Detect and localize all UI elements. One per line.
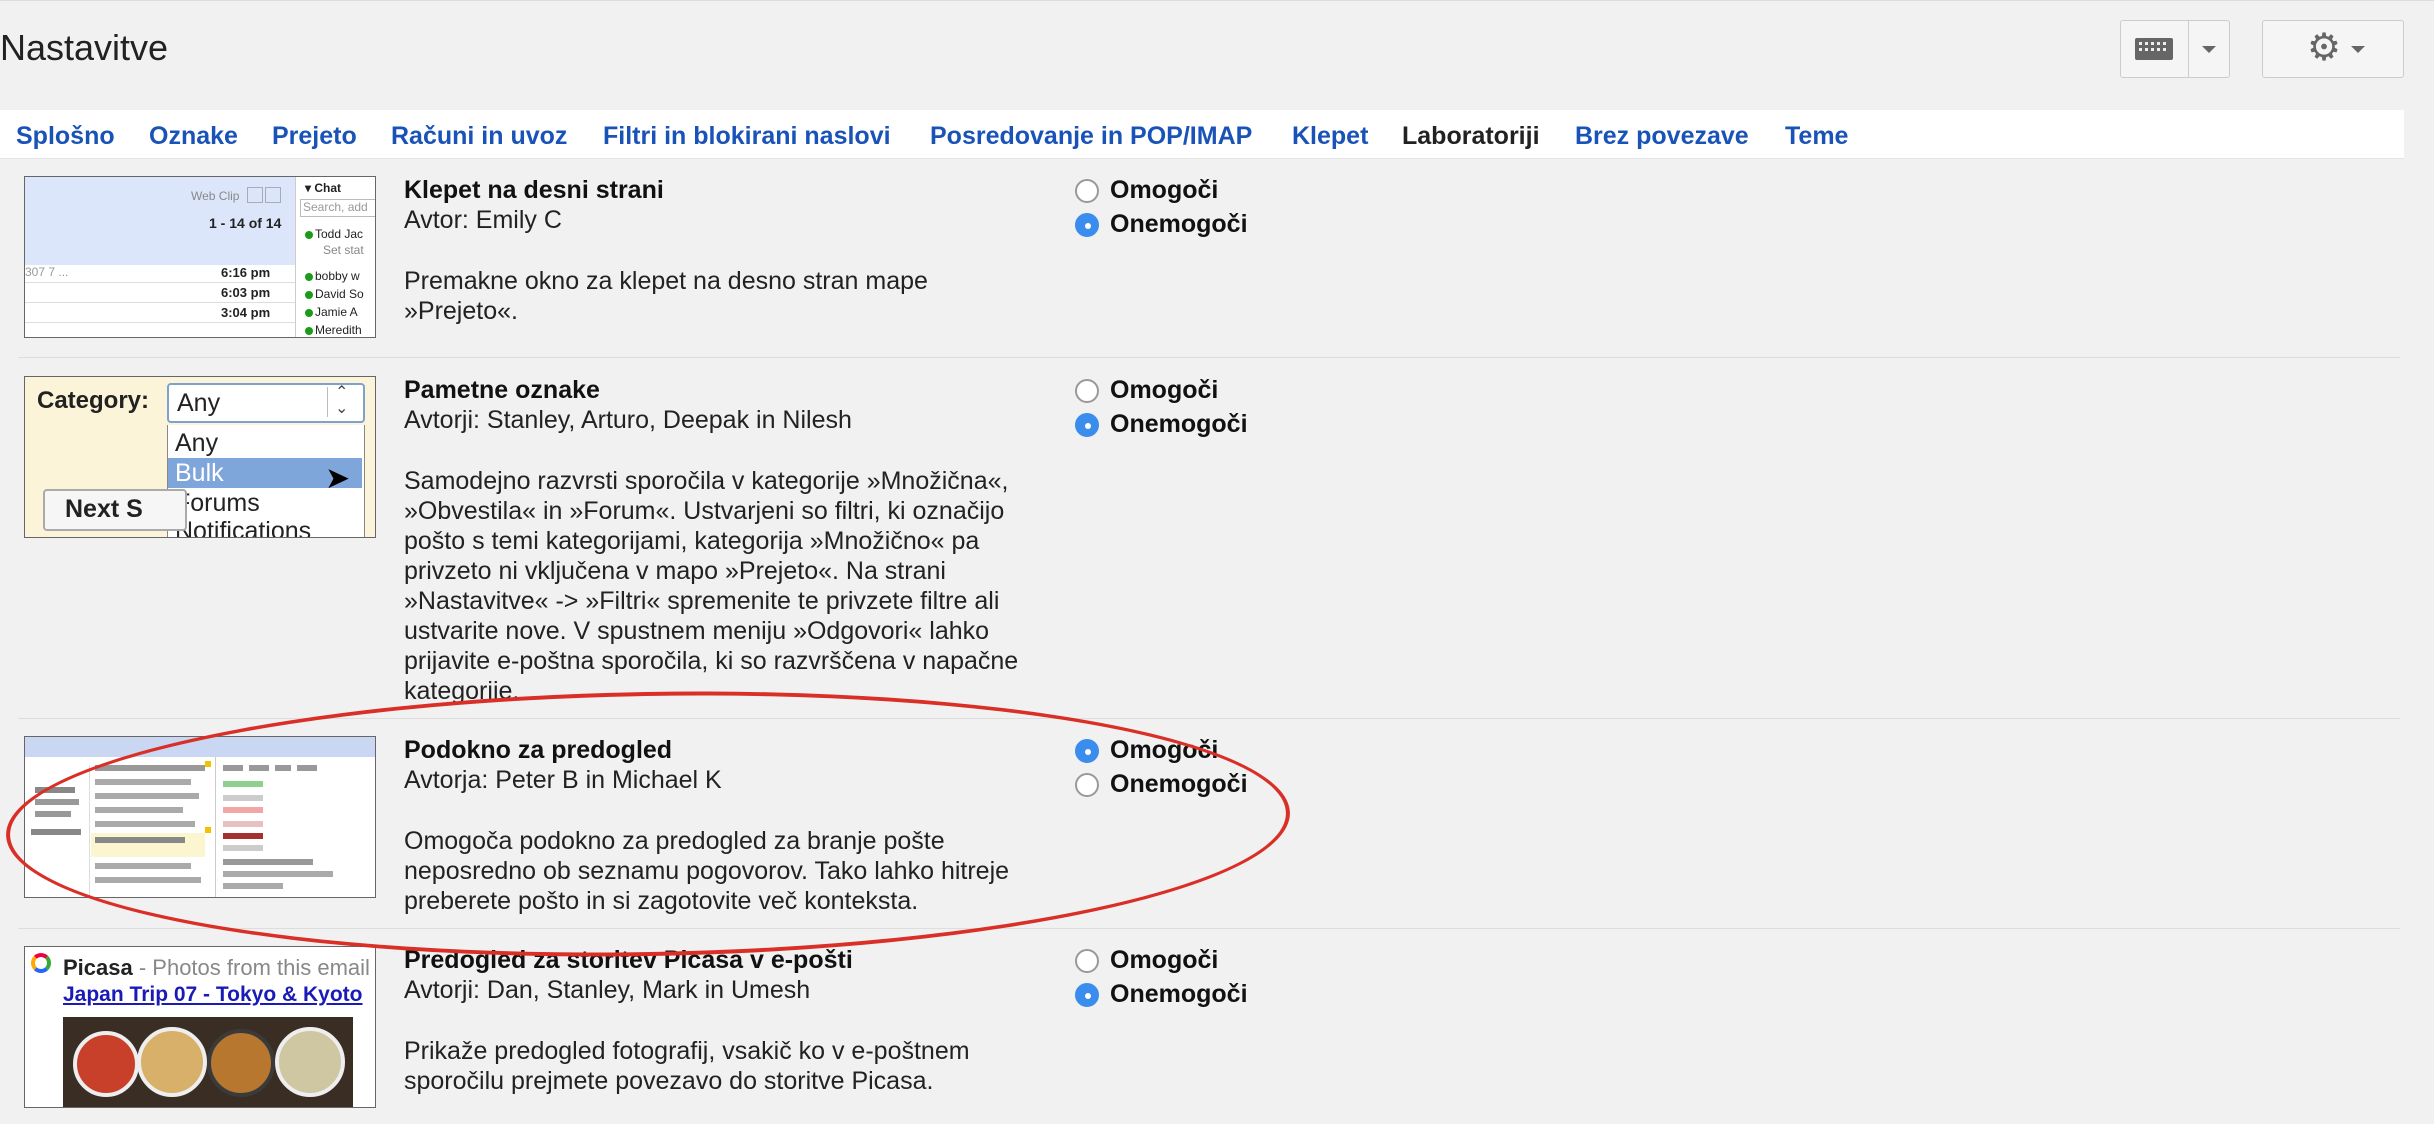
chat-header: ▾ Chat <box>305 181 342 195</box>
lab-author: Avtorji: Dan, Stanley, Mark in Umesh <box>404 976 811 1004</box>
cursor-icon: ➤ <box>325 462 351 495</box>
tab-offline[interactable]: Brez povezave <box>1575 122 1749 151</box>
tab-general[interactable]: Splošno <box>16 122 115 151</box>
tab-chat[interactable]: Klepet <box>1292 122 1368 151</box>
lab-thumbnail-picasa: Picasa - Photos from this email Japan Tr… <box>24 946 376 1108</box>
gear-icon: ⚙ <box>2307 27 2342 69</box>
row-divider <box>18 357 2400 358</box>
disable-radio[interactable] <box>1075 983 1099 1007</box>
chat-search: Search, add <box>303 200 368 214</box>
disable-radio[interactable] <box>1075 213 1099 237</box>
online-dot <box>305 231 313 239</box>
disable-radio[interactable] <box>1075 413 1099 437</box>
lab-thumbnail-chat-right: Web Clip 1 - 14 of 14 ▾ Chat Search, add… <box>24 176 376 338</box>
enable-radio[interactable] <box>1075 379 1099 403</box>
album-link: Japan Trip 07 - Tokyo & Kyoto <box>63 983 363 1006</box>
enable-radio[interactable] <box>1075 179 1099 203</box>
lab-author: Avtorji: Stanley, Arturo, Deepak in Nile… <box>404 406 852 434</box>
next-button: Next S <box>65 495 143 523</box>
lab-author: Avtor: Emily C <box>404 206 562 234</box>
tab-inbox[interactable]: Prejeto <box>272 122 357 151</box>
updown-icon: ⌃ ⌄ <box>335 384 349 417</box>
tab-labels[interactable]: Oznake <box>149 122 238 151</box>
chevron-down-icon[interactable] <box>2202 46 2216 53</box>
enable-radio[interactable] <box>1075 949 1099 973</box>
tab-forwarding[interactable]: Posredovanje in POP/IMAP <box>930 122 1252 151</box>
tab-filters[interactable]: Filtri in blokirani naslovi <box>603 122 891 151</box>
prev-icon <box>247 187 263 203</box>
settings-button[interactable]: ⚙ <box>2262 20 2404 78</box>
next-icon <box>265 187 281 203</box>
message-count: 1 - 14 of 14 <box>209 215 282 231</box>
category-label: Category: <box>37 387 150 414</box>
chevron-down-icon <box>2351 46 2365 53</box>
highlight-ellipse <box>3 680 1293 968</box>
lab-description: Prikaže predogled fotografij, vsakič ko … <box>404 1037 970 1095</box>
page-title: Nastavitve <box>0 27 169 68</box>
lab-description: Premakne okno za klepet na desno stran m… <box>404 267 928 325</box>
tab-themes[interactable]: Teme <box>1785 122 1848 151</box>
tab-labs[interactable]: Laboratoriji <box>1402 122 1540 151</box>
lab-title: Pametne oznake <box>404 376 600 404</box>
settings-tabs: Splošno Oznake Prejeto Računi in uvoz Fi… <box>0 110 2404 159</box>
input-tools-button[interactable] <box>2120 20 2230 78</box>
keyboard-icon <box>2135 38 2173 60</box>
tab-accounts[interactable]: Računi in uvoz <box>391 122 567 151</box>
picasa-brand: Picasa <box>63 955 133 980</box>
lab-thumbnail-smart-labels: Category: Any ⌃ ⌄ Any Bulk Forums Notific… <box>24 376 376 538</box>
lab-title: Klepet na desni strani <box>404 176 664 204</box>
webclip-label: Web Clip <box>191 189 240 203</box>
picasa-logo-icon <box>31 953 51 973</box>
button-divider <box>2188 21 2189 77</box>
lab-description: Samodejno razvrsti sporočila v kategorij… <box>404 467 1019 702</box>
top-bar: Nastavitve ⚙ <box>0 0 2434 97</box>
